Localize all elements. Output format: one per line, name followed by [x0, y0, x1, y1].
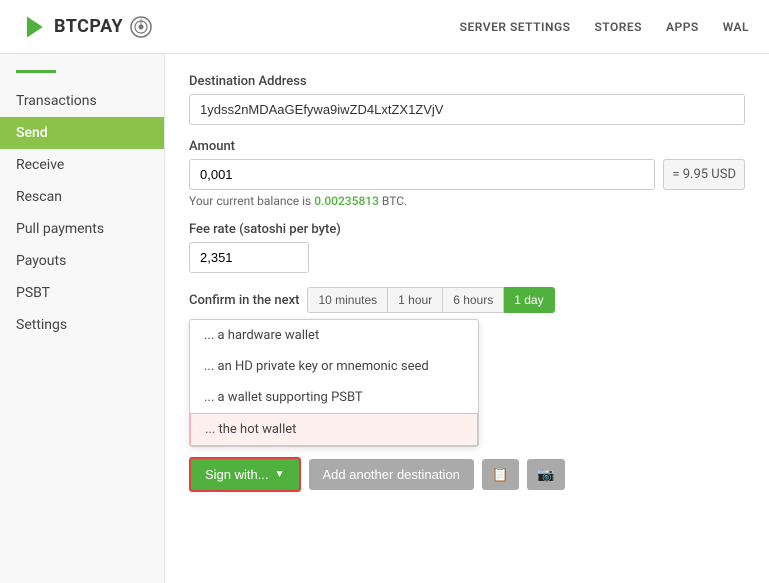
amount-group: Amount = 9.95 USD Your current balance i…	[189, 139, 745, 208]
dropdown-item-hardware[interactable]: ... a hardware wallet	[190, 320, 478, 351]
sidebar-item-send[interactable]: Send	[0, 117, 164, 149]
sidebar-item-transactions[interactable]: Transactions	[0, 85, 164, 117]
copy-icon: 📋	[492, 466, 509, 483]
sign-dropdown-menu: ... a hardware wallet ... an HD private …	[189, 319, 479, 447]
fee-group: Fee rate (satoshi per byte)	[189, 222, 745, 273]
send-content: Destination Address Amount = 9.95 USD Yo…	[165, 54, 769, 583]
time-btn-1day[interactable]: 1 day	[504, 287, 554, 313]
sidebar-item-settings[interactable]: Settings	[0, 309, 164, 341]
destination-label: Destination Address	[189, 74, 745, 89]
brand-logo[interactable]: BTCPAY	[20, 13, 153, 41]
sign-with-button[interactable]: Sign with... ▼	[189, 457, 301, 492]
amount-input[interactable]	[189, 159, 655, 190]
sidebar-item-payouts[interactable]: Payouts	[0, 245, 164, 277]
add-destination-button[interactable]: Add another destination	[309, 459, 474, 490]
amount-row: = 9.95 USD	[189, 159, 745, 190]
navbar: BTCPAY SERVER SETTINGS STORES APPS WAL	[0, 0, 769, 54]
sidebar: Transactions Send Receive Rescan Pull pa…	[0, 54, 165, 583]
sidebar-indicator	[16, 70, 56, 73]
sidebar-item-rescan[interactable]: Rescan	[0, 181, 164, 213]
sidebar-item-receive[interactable]: Receive	[0, 149, 164, 181]
time-btn-6hours[interactable]: 6 hours	[443, 287, 504, 313]
confirm-label: Confirm in the next	[189, 293, 299, 308]
caret-icon: ▼	[275, 469, 285, 480]
confirm-row: Confirm in the next 10 minutes 1 hour 6 …	[189, 287, 745, 313]
action-row: Sign with... ▼ Add another destination 📋…	[189, 457, 745, 492]
nav-stores[interactable]: STORES	[594, 20, 642, 34]
btcpay-logo-icon	[20, 13, 48, 41]
brand-name: BTCPAY	[54, 16, 123, 37]
amount-usd: = 9.95 USD	[663, 159, 745, 190]
destination-group: Destination Address	[189, 74, 745, 125]
main-container: Transactions Send Receive Rescan Pull pa…	[0, 54, 769, 583]
amount-label: Amount	[189, 139, 745, 154]
nav-server-settings[interactable]: SERVER SETTINGS	[460, 20, 571, 34]
sidebar-item-psbt[interactable]: PSBT	[0, 277, 164, 309]
nav-apps[interactable]: APPS	[666, 20, 699, 34]
dropdown-item-psbt[interactable]: ... a wallet supporting PSBT	[190, 382, 478, 413]
sidebar-item-pull-payments[interactable]: Pull payments	[0, 213, 164, 245]
fee-input[interactable]	[189, 242, 309, 273]
copy-button[interactable]: 📋	[482, 459, 519, 490]
dropdown-item-hd[interactable]: ... an HD private key or mnemonic seed	[190, 351, 478, 382]
dropdown-item-hot-wallet[interactable]: ... the hot wallet	[190, 413, 478, 446]
fee-label: Fee rate (satoshi per byte)	[189, 222, 745, 237]
balance-amount: 0.00235813	[314, 194, 379, 208]
destination-input[interactable]	[189, 94, 745, 125]
time-btn-1hour[interactable]: 1 hour	[388, 287, 443, 313]
nav-wallet[interactable]: WAL	[723, 20, 749, 34]
tor-icon	[129, 15, 153, 39]
balance-text: Your current balance is 0.00235813 BTC.	[189, 194, 745, 208]
time-btn-10min[interactable]: 10 minutes	[307, 287, 388, 313]
main-nav: SERVER SETTINGS STORES APPS WAL	[460, 20, 749, 34]
camera-button[interactable]: 📷	[527, 459, 564, 490]
camera-icon: 📷	[537, 466, 554, 483]
